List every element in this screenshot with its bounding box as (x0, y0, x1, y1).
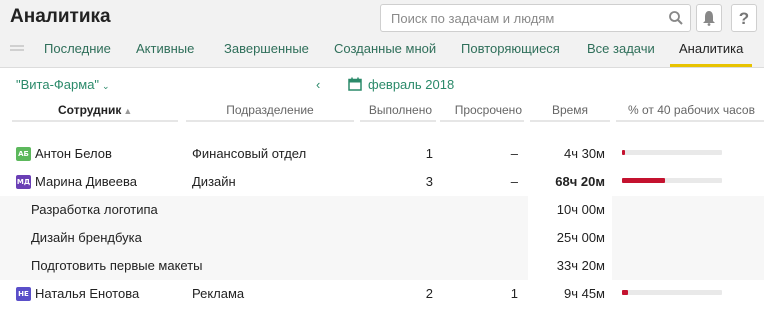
department: Финансовый отдел (192, 146, 307, 161)
sort-up-icon: ▲ (123, 106, 133, 116)
column-time-label: Время (551, 103, 589, 117)
done-count: 2 (425, 286, 433, 301)
overdue-count: 1 (510, 286, 518, 301)
time-value: 25ч 00м (556, 230, 605, 245)
task-row[interactable]: Подготовить первые макеты 33ч 20м (0, 252, 764, 280)
task-row[interactable]: Дизайн брендбука 25ч 00м (0, 224, 764, 252)
search-icon[interactable] (668, 10, 684, 26)
help-button[interactable]: ? (731, 4, 757, 32)
column-department-label: Подразделение (226, 103, 314, 117)
tab-all-tasks[interactable]: Все задачи (587, 41, 655, 56)
app-header: Аналитика Поиск по задачам и людям ? Пос… (0, 0, 764, 68)
time-value: 33ч 20м (556, 258, 605, 273)
tab-recent[interactable]: Последние (44, 41, 111, 56)
project-dropdown[interactable]: "Вита-Фарма" ⌄ (16, 77, 110, 92)
task-name: Разработка логотипа (31, 202, 158, 217)
workload-bar (622, 178, 722, 183)
done-count: 1 (425, 146, 433, 161)
workload-bar-fill (622, 150, 625, 155)
table-row[interactable]: НЕ Наталья Енотова Реклама 2 1 9ч 45м (0, 280, 764, 308)
active-tab-indicator (670, 64, 752, 67)
avatar: НЕ (16, 287, 31, 301)
tab-created-by-me[interactable]: Созданные мной (334, 41, 436, 56)
employee-name: Марина Дивеева (35, 174, 137, 189)
overdue-count: – (510, 174, 518, 189)
column-time[interactable]: Время (530, 102, 610, 122)
task-name: Дизайн брендбука (31, 230, 142, 245)
column-done-label: Выполнено (368, 103, 432, 117)
table-row[interactable]: МД Марина Дивеева Дизайн 3 – 68ч 20м (0, 168, 764, 196)
search-input[interactable]: Поиск по задачам и людям (380, 4, 691, 32)
table-header: Сотрудник ▲ Подразделение Выполнено Проср… (0, 102, 764, 122)
workload-bar (622, 150, 722, 155)
project-dropdown-label: "Вита-Фарма" (16, 77, 100, 92)
time-value: 10ч 00м (556, 202, 605, 217)
calendar-icon[interactable] (348, 77, 362, 91)
avatar: АБ (16, 147, 31, 161)
employee-name: Антон Белов (35, 146, 112, 161)
column-employee-label: Сотрудник (58, 103, 122, 117)
menu-handle-icon[interactable] (10, 45, 24, 51)
tab-active[interactable]: Активные (136, 41, 194, 56)
filter-toolbar: "Вита-Фарма" ⌄ ‹ февраль 2018 (0, 68, 764, 102)
chevron-down-icon: ⌄ (102, 81, 110, 91)
done-count: 3 (425, 174, 433, 189)
column-employee[interactable]: Сотрудник ▲ (12, 102, 178, 122)
bell-icon (703, 11, 715, 26)
overdue-count: – (510, 146, 518, 161)
tab-analytics[interactable]: Аналитика (679, 41, 743, 56)
avatar: МД (16, 175, 31, 189)
time-value: 9ч 45м (563, 286, 605, 301)
workload-bar-fill (622, 290, 629, 295)
table-row[interactable]: АБ Антон Белов Финансовый отдел 1 – 4ч 3… (0, 140, 764, 168)
workload-bar-fill (622, 178, 665, 183)
tab-completed[interactable]: Завершенные (224, 41, 309, 56)
page-title: Аналитика (10, 6, 111, 27)
time-value: 4ч 30м (563, 146, 605, 161)
column-overdue-label: Просрочено (454, 103, 522, 117)
column-done[interactable]: Выполнено (360, 102, 436, 122)
workload-bar (622, 290, 722, 295)
task-row[interactable]: Разработка логотипа 10ч 00м (0, 196, 764, 224)
department: Реклама (192, 286, 245, 301)
search-placeholder: Поиск по задачам и людям (391, 11, 555, 26)
employee-name: Наталья Енотова (35, 286, 140, 301)
column-overdue[interactable]: Просрочено (440, 102, 524, 122)
column-percent-label: % от 40 рабочих часов (628, 103, 755, 117)
task-name: Подготовить первые макеты (31, 258, 203, 273)
time-value: 68ч 20м (555, 174, 605, 189)
column-department[interactable]: Подразделение (186, 102, 354, 122)
notifications-button[interactable] (696, 4, 722, 32)
tab-bar: Последние Активные Завершенные Созданные… (0, 36, 764, 68)
column-percent[interactable]: % от 40 рабочих часов (616, 102, 764, 122)
tab-recurring[interactable]: Повторяющиеся (461, 41, 560, 56)
month-picker[interactable]: февраль 2018 (368, 77, 454, 92)
question-mark-icon: ? (738, 8, 750, 28)
prev-month-button[interactable]: ‹ (316, 77, 320, 92)
department: Дизайн (192, 174, 236, 189)
